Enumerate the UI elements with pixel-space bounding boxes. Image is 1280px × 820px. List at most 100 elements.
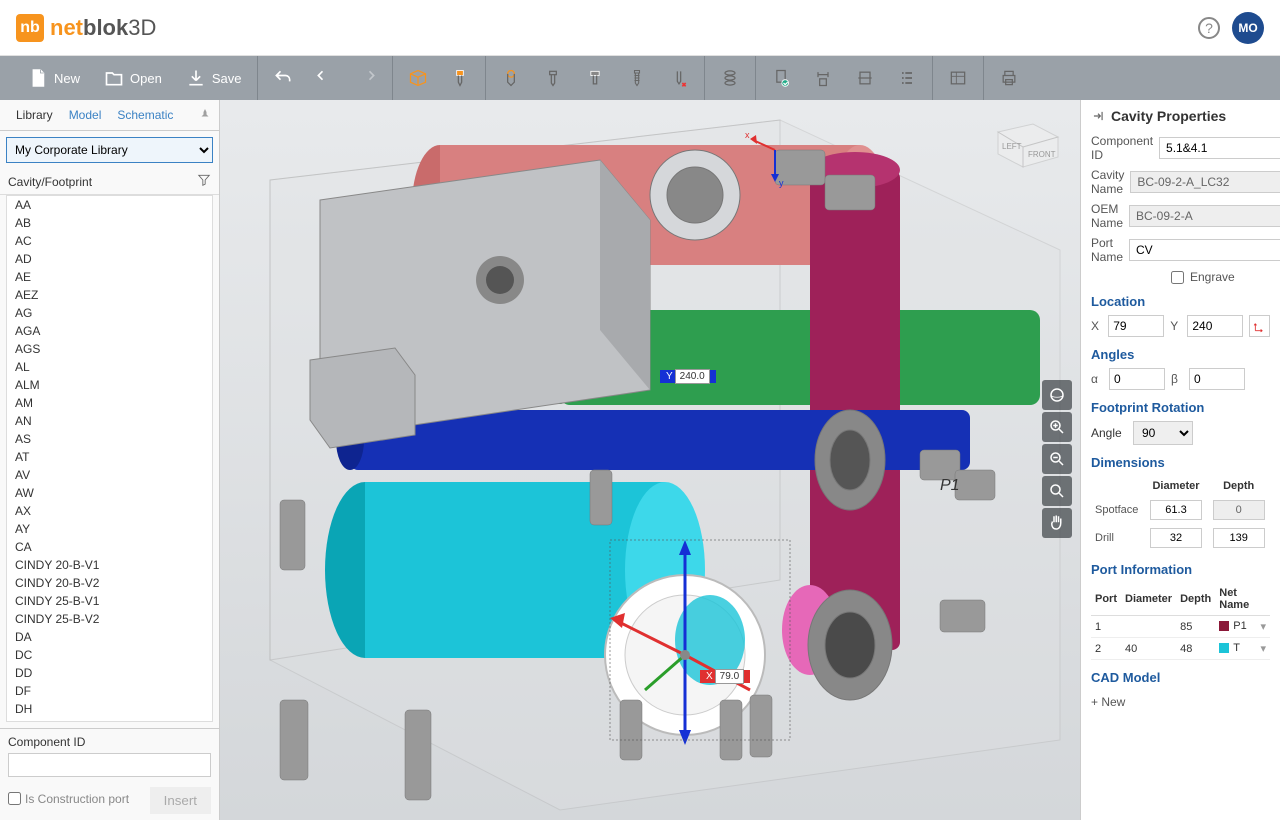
sheet-icon[interactable] <box>945 65 971 91</box>
redo-icon[interactable] <box>354 65 380 91</box>
list-item[interactable]: AS <box>7 430 212 448</box>
insert-button[interactable]: Insert <box>150 787 211 814</box>
svg-text:FRONT: FRONT <box>1028 150 1056 159</box>
list-item[interactable]: CA <box>7 538 212 556</box>
x-axis-tag: X79.0 <box>700 670 750 683</box>
right-panel: Cavity Properties Component ID Cavity Na… <box>1080 100 1280 820</box>
save-button[interactable]: Save <box>182 64 246 92</box>
dimensions-table: DiameterDepth Spotface Drill <box>1091 476 1270 552</box>
beta-input[interactable] <box>1189 368 1245 390</box>
cavity-list[interactable]: AAABACADAEAEZAGAGAAGSALALMAMANASATAVAWAX… <box>6 195 213 722</box>
pin-icon[interactable] <box>1091 109 1105 123</box>
hole3-icon[interactable] <box>582 65 608 91</box>
port-name-input[interactable] <box>1129 239 1280 261</box>
canvas-3d[interactable]: x y P1 Y240.0 X79.0 LEFT FRONT <box>220 100 1080 820</box>
list-item[interactable]: DH <box>7 700 212 718</box>
footprint-header: Footprint Rotation <box>1091 400 1270 415</box>
spotface-dia-input[interactable] <box>1150 500 1202 520</box>
drill-dia-input[interactable] <box>1150 528 1202 548</box>
list-item[interactable]: AD <box>7 250 212 268</box>
zoom-in-icon[interactable] <box>1042 412 1072 442</box>
list-item[interactable]: AEZ <box>7 286 212 304</box>
list-item[interactable]: AGA <box>7 322 212 340</box>
avatar[interactable]: MO <box>1232 12 1264 44</box>
port-info-header: Port Information <box>1091 562 1270 577</box>
new-button[interactable]: New <box>24 64 84 92</box>
component-id-label: Component ID <box>8 735 211 749</box>
library-select[interactable]: My Corporate Library <box>6 137 213 163</box>
list-item[interactable]: AY <box>7 520 212 538</box>
comp-id-input[interactable] <box>1159 137 1280 159</box>
list-item[interactable]: DD <box>7 664 212 682</box>
zoom-fit-icon[interactable] <box>1042 476 1072 506</box>
comp-id-label: Component ID <box>1091 134 1153 162</box>
hole2-icon[interactable] <box>540 65 566 91</box>
list-item[interactable]: DA <box>7 628 212 646</box>
list-item[interactable]: AA <box>7 196 212 214</box>
open-label: Open <box>130 71 162 86</box>
zoom-out-icon[interactable] <box>1042 444 1072 474</box>
pan-icon[interactable] <box>1042 508 1072 538</box>
screw-icon[interactable] <box>624 65 650 91</box>
list-item[interactable]: AM <box>7 394 212 412</box>
measure-icon[interactable] <box>810 65 836 91</box>
delete-hole-icon[interactable] <box>666 65 692 91</box>
pin-icon[interactable] <box>199 108 211 123</box>
tab-library[interactable]: Library <box>8 104 61 126</box>
angle-select[interactable]: 90 <box>1133 421 1193 445</box>
drill-icon[interactable] <box>447 65 473 91</box>
engrave-checkbox[interactable] <box>1171 271 1184 284</box>
box-icon[interactable] <box>405 65 431 91</box>
list-icon[interactable] <box>894 65 920 91</box>
svg-text:LEFT: LEFT <box>1002 142 1022 151</box>
list-item[interactable]: AN <box>7 412 212 430</box>
y-input[interactable] <box>1187 315 1243 337</box>
list-item[interactable]: AB <box>7 214 212 232</box>
align-icon[interactable] <box>852 65 878 91</box>
table-row[interactable]: 185P1 ▾ <box>1091 616 1270 638</box>
list-item[interactable]: AE <box>7 268 212 286</box>
list-item[interactable]: AG <box>7 304 212 322</box>
list-item[interactable]: CINDY 20-B-V1 <box>7 556 212 574</box>
x-input[interactable] <box>1108 315 1164 337</box>
list-item[interactable]: AL <box>7 358 212 376</box>
help-icon[interactable]: ? <box>1198 17 1220 39</box>
undo-icon[interactable] <box>270 65 296 91</box>
list-item[interactable]: AX <box>7 502 212 520</box>
list-item[interactable]: CINDY 25-B-V2 <box>7 610 212 628</box>
list-item[interactable]: CINDY 25-B-V1 <box>7 592 212 610</box>
list-item[interactable]: DF <box>7 682 212 700</box>
stack-icon[interactable] <box>717 65 743 91</box>
drill-depth-input[interactable] <box>1213 528 1265 548</box>
component-id-input[interactable] <box>8 753 211 777</box>
table-row: Spotface <box>1091 496 1270 524</box>
list-item[interactable]: DC <box>7 646 212 664</box>
list-item[interactable]: DJ <box>7 718 212 722</box>
construction-port-checkbox[interactable]: Is Construction port <box>8 792 129 806</box>
list-item[interactable]: CINDY 20-B-V2 <box>7 574 212 592</box>
axis-toggle-icon[interactable] <box>1249 315 1270 337</box>
filter-icon[interactable] <box>197 173 211 190</box>
list-item[interactable]: AC <box>7 232 212 250</box>
orbit-icon[interactable] <box>1042 380 1072 410</box>
tab-schematic[interactable]: Schematic <box>109 104 181 126</box>
list-item[interactable]: AW <box>7 484 212 502</box>
open-button[interactable]: Open <box>100 64 166 92</box>
tab-model[interactable]: Model <box>61 104 110 126</box>
list-item[interactable]: AGS <box>7 340 212 358</box>
panel-title: Cavity Properties <box>1091 108 1270 124</box>
save-label: Save <box>212 71 242 86</box>
y-axis-tag: Y240.0 <box>660 370 716 383</box>
list-item[interactable]: ALM <box>7 376 212 394</box>
check-hole-icon[interactable] <box>768 65 794 91</box>
view-cube[interactable]: LEFT FRONT <box>988 112 1068 172</box>
table-row[interactable]: 24048T ▾ <box>1091 638 1270 660</box>
alpha-input[interactable] <box>1109 368 1165 390</box>
undo2-icon[interactable] <box>312 65 338 91</box>
spotface-depth-input <box>1213 500 1265 520</box>
hole1-icon[interactable] <box>498 65 524 91</box>
add-new-button[interactable]: + New <box>1091 695 1125 709</box>
print-icon[interactable] <box>996 65 1022 91</box>
list-item[interactable]: AT <box>7 448 212 466</box>
list-item[interactable]: AV <box>7 466 212 484</box>
